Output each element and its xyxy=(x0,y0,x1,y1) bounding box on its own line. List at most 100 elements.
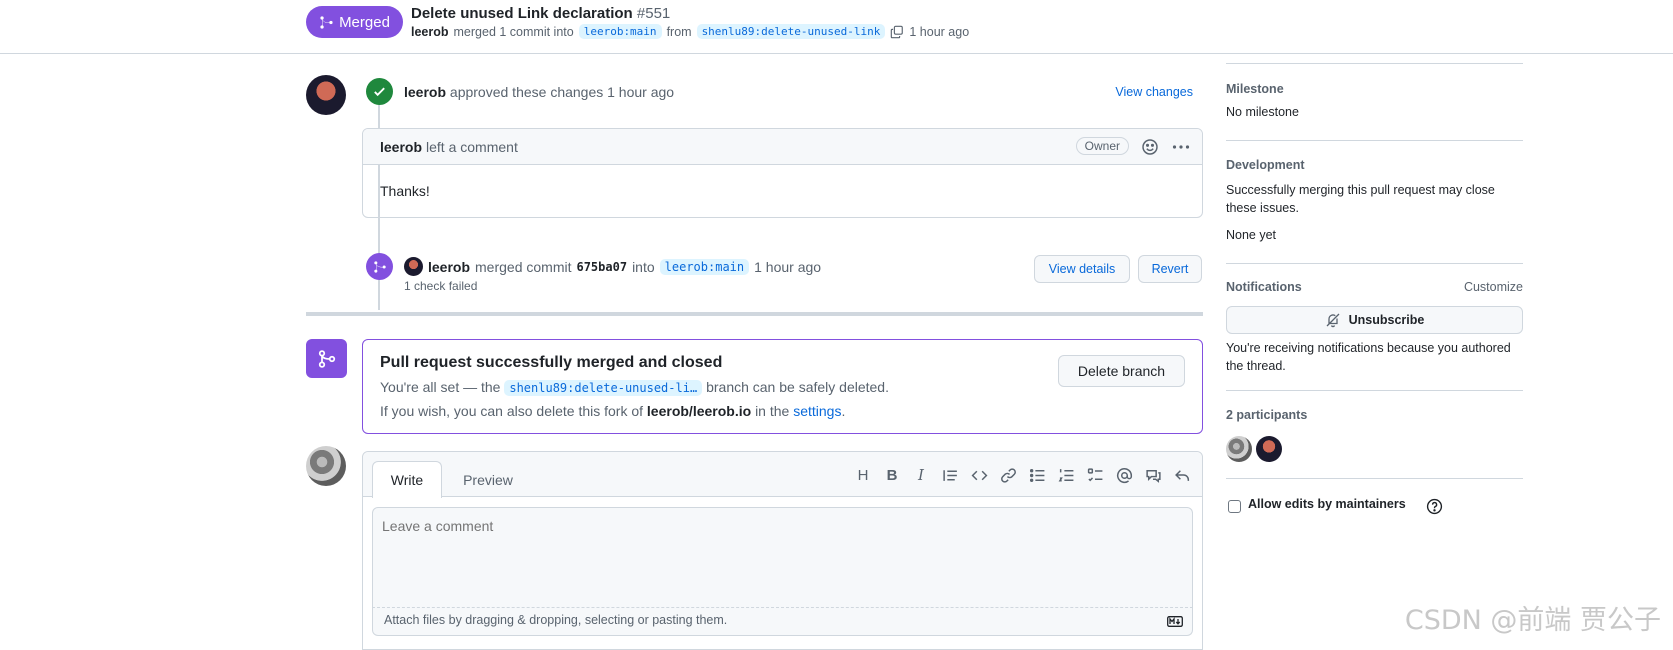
merge-target-branch[interactable]: leerob:main xyxy=(659,258,750,275)
markdown-icon[interactable] xyxy=(1167,616,1183,627)
pr-author-link[interactable]: leerob xyxy=(411,25,449,39)
allow-edits-checkbox[interactable] xyxy=(1228,500,1241,513)
reply-icon[interactable] xyxy=(1172,465,1192,485)
owner-label: Owner xyxy=(1075,137,1129,155)
sidebar-divider xyxy=(1226,263,1523,264)
comment-body: Thanks! xyxy=(380,183,430,199)
merge-action-text: merged commit xyxy=(475,258,572,275)
settings-link[interactable]: settings xyxy=(793,403,841,419)
tab-preview[interactable]: Preview xyxy=(453,461,523,498)
merged-status-icon xyxy=(306,339,347,378)
revert-button[interactable]: Revert xyxy=(1138,255,1202,283)
bold-icon[interactable]: B xyxy=(882,465,902,485)
base-branch-label[interactable]: leerob:main xyxy=(578,24,662,39)
merge-icon xyxy=(373,260,386,273)
merge-user-link[interactable]: leerob xyxy=(428,259,470,275)
from-text: from xyxy=(666,24,692,39)
check-status-text[interactable]: 1 check failed xyxy=(404,279,477,293)
avatar[interactable] xyxy=(306,75,346,115)
view-details-button[interactable]: View details xyxy=(1034,255,1130,283)
mention-icon[interactable] xyxy=(1114,465,1134,485)
notification-reason: You're receiving notifications because y… xyxy=(1226,341,1511,373)
merged-commit-text: merged 1 commit into xyxy=(453,24,574,39)
review-event-text: leerob approved these changes 1 hour ago xyxy=(404,84,674,100)
merged-event-badge xyxy=(366,253,393,280)
pr-number: #551 xyxy=(636,5,671,22)
allow-edits-label[interactable]: Allow edits by maintainers xyxy=(1248,497,1406,511)
comment-textarea[interactable] xyxy=(372,507,1193,608)
participants-heading: 2 participants xyxy=(1226,408,1308,422)
development-value: None yet xyxy=(1226,228,1277,242)
merge-icon xyxy=(318,349,335,368)
code-icon[interactable] xyxy=(969,465,989,485)
reference-icon[interactable] xyxy=(1143,465,1163,485)
unsubscribe-label: Unsubscribe xyxy=(1348,313,1425,327)
tab-write[interactable]: Write xyxy=(372,461,442,498)
milestone-value: No milestone xyxy=(1226,105,1299,119)
summary-text: in the xyxy=(755,403,790,419)
merge-event-text: leerob merged commit 675ba07 into leerob… xyxy=(404,257,821,276)
quote-icon[interactable] xyxy=(940,465,960,485)
participant-avatar[interactable] xyxy=(1256,436,1282,462)
bell-slash-icon xyxy=(1326,313,1340,328)
numbered-list-icon[interactable] xyxy=(1056,465,1076,485)
link-icon[interactable] xyxy=(998,465,1018,485)
merge-icon xyxy=(320,15,333,29)
unsubscribe-button[interactable]: Unsubscribe xyxy=(1226,306,1523,334)
sidebar-development: Development Successfully merging this pu… xyxy=(1226,158,1523,244)
sidebar-divider xyxy=(1226,140,1523,141)
pr-time: 1 hour ago xyxy=(909,24,970,39)
question-icon[interactable] xyxy=(1426,498,1443,515)
pr-sticky-header: Merged Delete unused Link declaration #5… xyxy=(0,0,1673,54)
review-action: approved these changes 1 hour ago xyxy=(449,84,675,100)
view-changes-link[interactable]: View changes xyxy=(1115,85,1193,99)
check-icon xyxy=(374,87,385,97)
merge-time: 1 hour ago xyxy=(754,258,822,275)
italic-icon[interactable]: I xyxy=(911,465,931,485)
composer-tabs: Write Preview H B I xyxy=(363,452,1202,498)
summary-text: branch can be safely deleted. xyxy=(706,379,889,395)
comment-author-link[interactable]: leerob xyxy=(380,139,422,155)
avatar[interactable] xyxy=(404,257,423,276)
delete-branch-button[interactable]: Delete branch xyxy=(1058,355,1185,387)
markdown-toolbar: H B I xyxy=(853,465,1192,485)
file-attachment-bar[interactable]: Attach files by dragging & dropping, sel… xyxy=(372,608,1193,636)
bulleted-list-icon[interactable] xyxy=(1027,465,1047,485)
summary-text: If you wish, you can also delete this fo… xyxy=(380,403,644,419)
task-list-icon[interactable] xyxy=(1085,465,1105,485)
participant-avatar[interactable] xyxy=(1226,436,1252,462)
pr-title-text: Delete unused Link declaration xyxy=(411,5,633,22)
merged-state-label: Merged xyxy=(339,13,390,31)
approved-badge xyxy=(366,78,393,105)
into-text: into xyxy=(632,258,655,275)
customize-link[interactable]: Customize xyxy=(1464,280,1523,294)
watermark: CSDN @前端 贾公子 xyxy=(1404,605,1661,636)
milestone-heading[interactable]: Milestone xyxy=(1226,82,1523,96)
review-comment: leerob left a comment Owner Thanks! xyxy=(362,128,1203,218)
sidebar-divider xyxy=(1226,390,1523,391)
review-user-link[interactable]: leerob xyxy=(404,84,446,100)
kebab-horizontal-icon[interactable] xyxy=(1172,144,1190,150)
merged-state-badge: Merged xyxy=(306,6,403,38)
fork-name: leerob/leerob.io xyxy=(646,403,752,419)
development-heading[interactable]: Development xyxy=(1226,158,1523,172)
comment-action: left a comment xyxy=(426,138,518,155)
comment-composer: Write Preview H B I Attach files by drag… xyxy=(362,451,1203,650)
deletable-branch-label[interactable]: shenlu89:delete-unused-li… xyxy=(504,380,703,396)
development-text: Successfully merging this pull request m… xyxy=(1226,183,1495,215)
sidebar-divider xyxy=(1226,63,1523,64)
head-branch-label[interactable]: shenlu89:delete-unused-link xyxy=(696,24,886,39)
emoji-reaction-icon[interactable] xyxy=(1141,138,1159,156)
sidebar-notifications: Notifications Customize xyxy=(1226,280,1523,298)
copy-icon[interactable] xyxy=(890,25,904,39)
merged-summary-line-2: If you wish, you can also delete this fo… xyxy=(380,400,1185,423)
heading-icon[interactable]: H xyxy=(853,465,873,485)
comment-header: leerob left a comment Owner xyxy=(363,129,1202,165)
current-user-avatar[interactable] xyxy=(306,446,346,486)
pr-title: Delete unused Link declaration #551 xyxy=(411,5,670,22)
summary-text: You're all set — the xyxy=(380,379,501,395)
pr-subtitle: leerob merged 1 commit into leerob:main … xyxy=(411,24,969,39)
sidebar-divider xyxy=(1226,478,1523,479)
commit-sha-link[interactable]: 675ba07 xyxy=(576,260,627,274)
attach-hint: Attach files by dragging & dropping, sel… xyxy=(384,613,728,627)
